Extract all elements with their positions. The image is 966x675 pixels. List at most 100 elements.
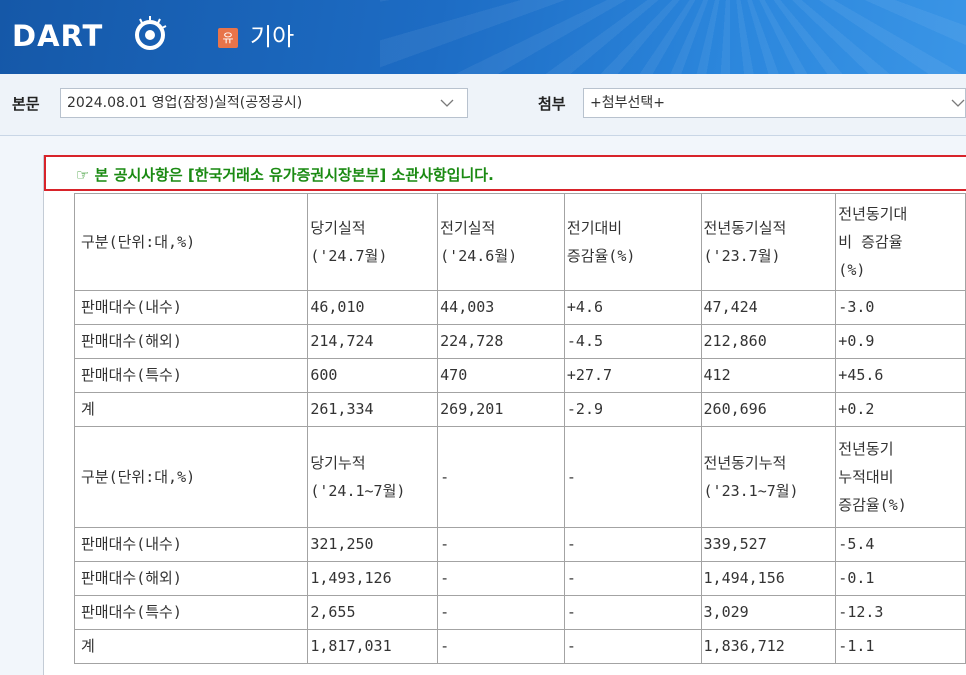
table-cell: 47,424 bbox=[700, 290, 837, 325]
table-cell: 판매대수(특수) bbox=[73, 595, 309, 630]
table-row: 계 1,817,031 - - 1,836,712 -1.1 bbox=[73, 629, 966, 664]
table-cell: -2.9 bbox=[563, 392, 702, 427]
table-cell: - bbox=[563, 527, 702, 562]
table-cell: 1,494,156 bbox=[700, 561, 837, 596]
document-viewer[interactable]: ☞ 본 공시사항은 [한국거래소 유가증권시장본부] 소관사항입니다. 구분(단… bbox=[0, 137, 966, 675]
cell-line: 당기누적 bbox=[310, 454, 366, 472]
table-cell: - bbox=[563, 561, 702, 596]
table-cell: +0.9 bbox=[835, 324, 966, 359]
attachment-select-value: +첨부선택+ bbox=[590, 95, 665, 111]
table-cell: -12.3 bbox=[835, 595, 966, 630]
table-cell: 212,860 bbox=[700, 324, 837, 359]
table-cell: 전년동기대비 증감율 (%) bbox=[835, 193, 966, 291]
table-cell: 판매대수(해외) bbox=[73, 324, 309, 359]
logo-text: DART bbox=[12, 19, 104, 53]
attachment-select[interactable]: +첨부선택+ bbox=[583, 88, 966, 118]
table-cell: 46,010 bbox=[307, 290, 439, 325]
cell-line: 비 증감율 bbox=[838, 233, 903, 251]
table-cell: 260,696 bbox=[700, 392, 837, 427]
table-cell: 전년동기누적 ('23.1~7월) bbox=[700, 426, 837, 528]
table-cell: 전년동기실적 ('23.7월) bbox=[700, 193, 837, 291]
table-cell: - bbox=[563, 595, 702, 630]
table-cell: +27.7 bbox=[563, 358, 702, 393]
body-label: 본문 bbox=[12, 95, 40, 113]
table-cell: -0.1 bbox=[835, 561, 966, 596]
table-cell: +4.6 bbox=[563, 290, 702, 325]
table-cell: 261,334 bbox=[307, 392, 439, 427]
document-page: ☞ 본 공시사항은 [한국거래소 유가증권시장본부] 소관사항입니다. 구분(단… bbox=[43, 155, 966, 675]
logo-target-icon bbox=[135, 16, 167, 50]
table-cell: 339,527 bbox=[700, 527, 837, 562]
table-cell: 214,724 bbox=[307, 324, 439, 359]
table-row: 계 261,334 269,201 -2.9 260,696 +0.2 bbox=[73, 392, 966, 427]
cell-line: 누적대비 bbox=[838, 468, 894, 486]
table-cell: 1,493,126 bbox=[307, 561, 439, 596]
table-cell: +45.6 bbox=[835, 358, 966, 393]
table-cell: 구분(단위:대,%) bbox=[73, 426, 309, 528]
table-cell: 전년동기누적대비증감율(%) bbox=[835, 426, 966, 528]
chevron-down-icon bbox=[951, 99, 965, 107]
table-row: 판매대수(해외) 1,493,126 - - 1,494,156 -0.1 bbox=[73, 561, 966, 596]
chevron-down-icon bbox=[440, 99, 454, 107]
table-cell: 판매대수(특수) bbox=[73, 358, 309, 393]
table-cell: -1.1 bbox=[835, 629, 966, 664]
table-cell: 224,728 bbox=[437, 324, 565, 359]
table-cell: - bbox=[437, 595, 565, 630]
table-cell: 321,250 bbox=[307, 527, 439, 562]
table-cell: 계 bbox=[73, 629, 309, 664]
cell-line: 전년동기실적 bbox=[703, 219, 787, 237]
table-row: 판매대수(해외) 214,724 224,728 -4.5 212,860 +0… bbox=[73, 324, 966, 359]
table-cell: 412 bbox=[700, 358, 837, 393]
table-cell: 1,836,712 bbox=[700, 629, 837, 664]
top-header: DART 유 기아 bbox=[0, 0, 966, 74]
table-cell: 구분(단위:대,%) bbox=[73, 193, 309, 291]
cell-line: 당기실적 bbox=[310, 219, 366, 237]
table-cell: 전기실적 ('24.6월) bbox=[437, 193, 565, 291]
table-cell: 판매대수(내수) bbox=[73, 290, 309, 325]
cell-line: ('24.6월) bbox=[440, 247, 518, 265]
sales-results-table: 구분(단위:대,%) 당기실적 ('24.7월) 전기실적 ('24.6월) 전기대… bbox=[73, 193, 966, 664]
table-cell: 판매대수(해외) bbox=[73, 561, 309, 596]
cell-line: (%) bbox=[838, 261, 866, 279]
table-header-row: 구분(단위:대,%) 당기누적 ('24.1~7월) - - 전년동기누적 ('23… bbox=[73, 426, 966, 528]
market-badge: 유 bbox=[218, 28, 238, 48]
company-name[interactable]: 기아 bbox=[250, 22, 294, 52]
table-row: 판매대수(특수) 2,655 - - 3,029 -12.3 bbox=[73, 595, 966, 630]
cell-line: ('24.7월) bbox=[310, 247, 388, 265]
cell-line: 증감율(%) bbox=[838, 496, 907, 514]
table-cell: 전기대비 증감율(%) bbox=[563, 193, 702, 291]
notice-text: ☞ 본 공시사항은 [한국거래소 유가증권시장본부] 소관사항입니다. bbox=[76, 166, 494, 184]
jurisdiction-notice: ☞ 본 공시사항은 [한국거래소 유가증권시장본부] 소관사항입니다. bbox=[44, 155, 966, 191]
table-cell: -4.5 bbox=[563, 324, 702, 359]
cell-line: 전년동기 bbox=[838, 440, 894, 458]
table-cell: 269,201 bbox=[437, 392, 565, 427]
table-cell: 당기누적 ('24.1~7월) bbox=[307, 426, 439, 528]
table-cell: -5.4 bbox=[835, 527, 966, 562]
table-cell: 1,817,031 bbox=[307, 629, 439, 664]
table-cell: 470 bbox=[437, 358, 565, 393]
table-row: 판매대수(내수) 46,010 44,003 +4.6 47,424 -3.0 bbox=[73, 290, 966, 325]
table-row: 판매대수(내수) 321,250 - - 339,527 -5.4 bbox=[73, 527, 966, 562]
body-report-select-value: 2024.08.01 영업(잠정)실적(공정공시) bbox=[67, 95, 303, 111]
cell-line: ('23.1~7월) bbox=[703, 482, 799, 500]
body-report-select[interactable]: 2024.08.01 영업(잠정)실적(공정공시) bbox=[60, 88, 468, 118]
table-cell: 3,029 bbox=[700, 595, 837, 630]
table-cell: +0.2 bbox=[835, 392, 966, 427]
table-header-row: 구분(단위:대,%) 당기실적 ('24.7월) 전기실적 ('24.6월) 전기대… bbox=[73, 193, 966, 291]
table-row: 판매대수(특수) 600 470 +27.7 412 +45.6 bbox=[73, 358, 966, 393]
table-cell: 44,003 bbox=[437, 290, 565, 325]
cell-line: 전기대비 bbox=[566, 219, 623, 237]
table-cell: 600 bbox=[307, 358, 439, 393]
attachment-label: 첨부 bbox=[538, 95, 566, 113]
cell-line: ('24.1~7월) bbox=[310, 482, 406, 500]
table-cell: 판매대수(내수) bbox=[73, 527, 309, 562]
cell-line: 전년동기대 bbox=[838, 205, 908, 223]
table-cell: 2,655 bbox=[307, 595, 439, 630]
dart-logo[interactable]: DART bbox=[12, 16, 167, 54]
header-background-rays bbox=[380, 0, 966, 74]
table-cell: - bbox=[563, 426, 702, 528]
table-cell: - bbox=[437, 527, 565, 562]
table-cell: 계 bbox=[73, 392, 309, 427]
table-cell: - bbox=[437, 561, 565, 596]
table-cell: 당기실적 ('24.7월) bbox=[307, 193, 439, 291]
